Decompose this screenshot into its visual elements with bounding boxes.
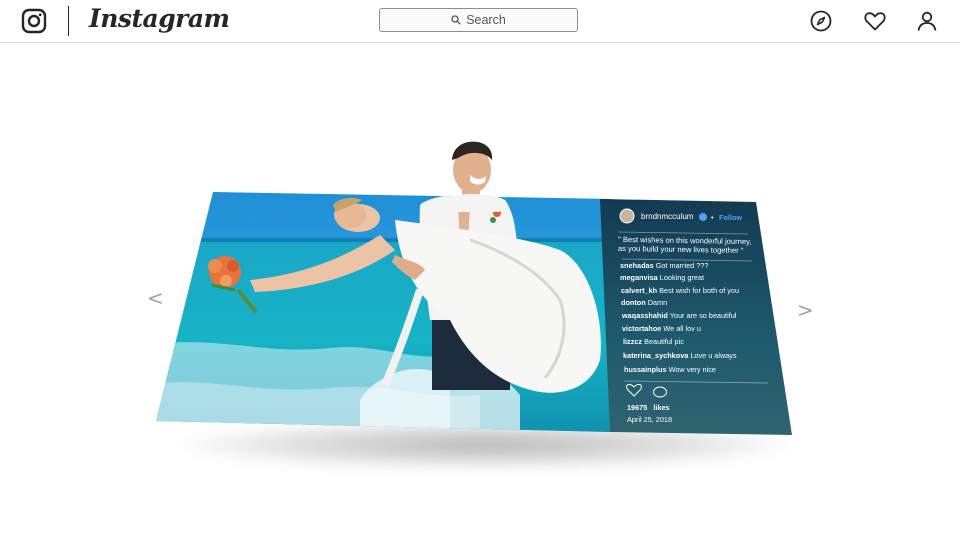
comment-username: meganvisa <box>620 273 658 282</box>
comment-username: victortahoe <box>622 324 662 333</box>
comment-text: Looking great <box>659 273 704 282</box>
avatar <box>619 208 635 224</box>
comment-username: snehadas <box>620 261 654 270</box>
comment-text: Damn <box>647 298 668 307</box>
comment-text: Best wish for both of you <box>659 286 740 295</box>
post-username[interactable]: brndnmcculum <box>641 212 693 221</box>
verified-badge-icon <box>699 213 707 221</box>
comment-panel <box>600 199 792 435</box>
comment-row: calvert_kh Best wish for both of you <box>621 286 739 295</box>
comment-row: snehadas Got married ??? <box>620 261 708 270</box>
likes-count: 19675 <box>627 403 648 412</box>
comment-row: katerina_sychkova Love u always <box>623 351 737 360</box>
comment-username: waqasshahid <box>622 311 668 320</box>
comment-row: meganvisa Looking great <box>620 273 704 282</box>
post-date: April 25, 2018 <box>627 415 673 424</box>
likes-row: 19675 likes <box>627 403 670 412</box>
comment-text: Wow very nice <box>668 365 716 374</box>
post-caption: " Best wishes on this wonderful journey,… <box>617 234 752 256</box>
comment-text: We all lov u <box>663 324 701 333</box>
comment-username: donton <box>621 298 646 307</box>
likes-label: likes <box>653 403 670 412</box>
comment-row: donton Damn <box>621 298 667 307</box>
comment-text: Your are so beautiful <box>669 311 737 320</box>
comment-row: victortahoe We all lov u <box>622 324 701 333</box>
comment-username: katerina_sychkova <box>623 351 689 360</box>
follow-button[interactable]: Follow <box>719 213 742 222</box>
comment-row: waqasshahid Your are so beautiful <box>622 311 736 320</box>
post-card: brndnmcculum • Follow " Best wishes on t… <box>0 0 960 540</box>
comment-text: Love u always <box>690 351 737 360</box>
comment-username: calvert_kh <box>621 286 658 295</box>
comment-text: Got married ??? <box>655 261 709 270</box>
comment-row: lizzcz Beautiful pic <box>623 337 684 346</box>
comment-row: hussainplus Wow very nice <box>624 365 716 374</box>
dot-separator: • <box>711 213 714 222</box>
comment-username: hussainplus <box>624 365 667 374</box>
comment-text: Beautiful pic <box>644 337 684 346</box>
comment-username: lizzcz <box>623 337 643 346</box>
